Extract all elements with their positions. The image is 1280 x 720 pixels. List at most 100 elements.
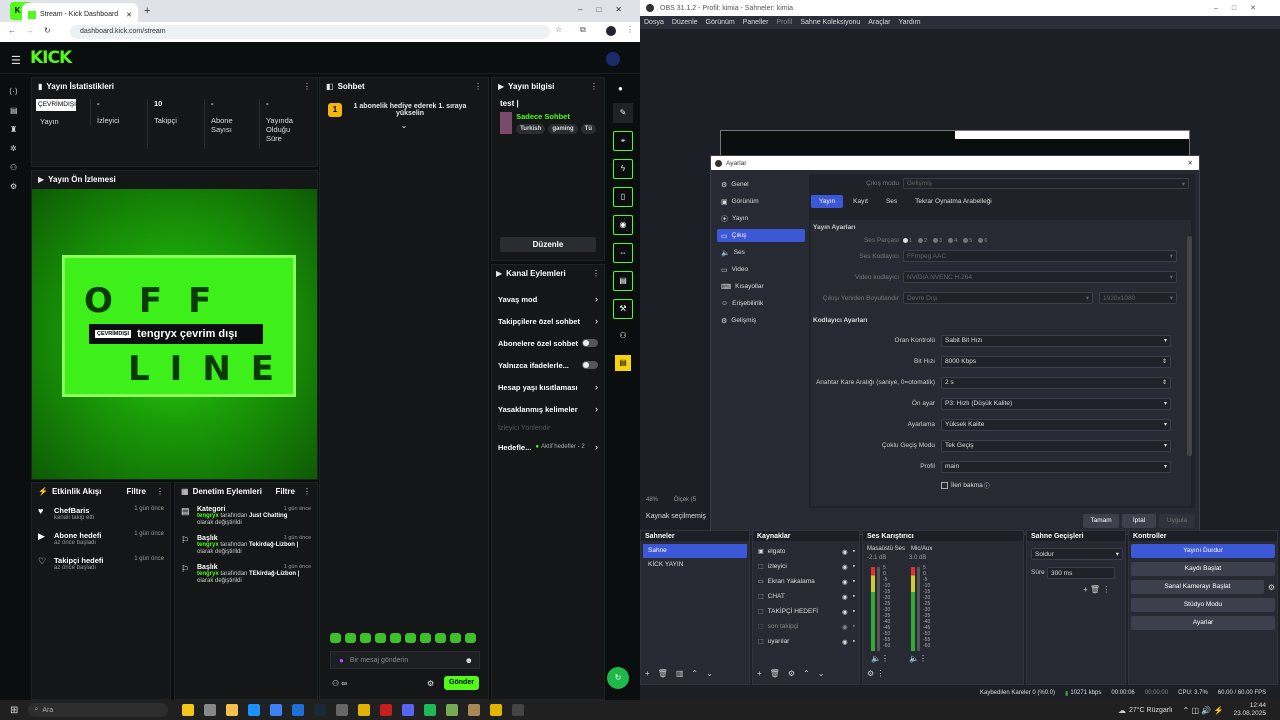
emote-icon[interactable]	[360, 633, 371, 643]
encoder-field[interactable]: 8000 Kbps ⇕	[941, 355, 1171, 368]
tray-icons[interactable]: ⌃ ◫ 🔊 ⚡	[1183, 706, 1224, 715]
reload-icon[interactable]: ↻	[44, 26, 51, 35]
weather-icon[interactable]: ☁	[1118, 706, 1126, 715]
settings-nav-3[interactable]: ⦿ Yayın	[717, 212, 805, 225]
document-icon[interactable]: ▯	[613, 187, 633, 207]
stream-info-menu-icon[interactable]: ⋮	[590, 82, 598, 91]
game-icon[interactable]	[446, 704, 459, 716]
emote-bar[interactable]	[330, 633, 476, 643]
emote-icon[interactable]	[420, 633, 431, 643]
chrome-icon[interactable]	[358, 704, 371, 716]
offline-preview[interactable]: OFF LINE ÇEVRİMDIŞI tengryx çevrim dışı	[32, 189, 317, 479]
mod-filter-button[interactable]: Filtre	[275, 487, 295, 496]
settings-close-icon[interactable]: ✕	[1188, 159, 1193, 167]
eye-icon[interactable]: ◉	[842, 563, 848, 571]
source-item[interactable]: ⬚ uyarılar ◉ ▪	[753, 634, 859, 649]
emote-icon[interactable]	[390, 633, 401, 643]
settings-icon[interactable]: ⚙	[10, 182, 28, 191]
settings-nav-2[interactable]: ▣ Görünüm	[717, 195, 805, 208]
discord-icon[interactable]	[402, 704, 415, 716]
stats-menu-icon[interactable]: ⋮	[303, 82, 311, 91]
controls-button[interactable]: Yayını Durdur	[1131, 544, 1275, 558]
edit-icon[interactable]: ✎	[613, 103, 633, 123]
eye-icon[interactable]: ◉	[842, 548, 848, 556]
obs-menu-item[interactable]: Profil	[776, 19, 792, 26]
game2-icon[interactable]	[468, 704, 481, 716]
chat-bubble-icon[interactable]: ◉	[613, 215, 633, 235]
weather[interactable]: 27°C Rüzgarlı	[1129, 707, 1173, 714]
audio-track-radio[interactable]	[948, 238, 954, 243]
user-avatar[interactable]	[606, 52, 620, 66]
emote-icon[interactable]	[450, 633, 461, 643]
scenes-toolbar[interactable]: + 🗑 ▥ ⌃ ⌄	[645, 669, 713, 678]
layers-icon[interactable]: ▤	[613, 271, 633, 291]
source-item[interactable]: ⬚ son takipçi ◉ ▪	[753, 619, 859, 634]
edge-icon[interactable]	[248, 704, 261, 716]
up-icon[interactable]: ⌃	[691, 669, 698, 678]
audio-track-radio[interactable]	[903, 238, 908, 243]
outlook-icon[interactable]	[292, 704, 305, 716]
studio-mode-button[interactable]: Stüdyo Modu	[1131, 598, 1275, 612]
stream-tag[interactable]: Turkish	[516, 124, 546, 134]
chat-settings-icon[interactable]: ⚙	[427, 679, 434, 688]
lock-icon[interactable]: ▪	[853, 623, 855, 630]
filter-icon[interactable]: ▥	[676, 669, 684, 678]
help-icon[interactable]: ⓘ	[984, 481, 990, 490]
new-tab-button[interactable]: +	[144, 5, 150, 17]
encoder-field[interactable]: Sabit Bit Hızı ▾	[941, 334, 1171, 347]
emote-icon[interactable]	[435, 633, 446, 643]
obs-menu-item[interactable]: Sahne Koleksiyonu	[800, 19, 860, 26]
trash-icon[interactable]: 🗑	[658, 669, 668, 678]
transition-select[interactable]: Soldur ▾	[1031, 548, 1123, 560]
profile-avatar[interactable]	[606, 26, 616, 36]
channel-action-item[interactable]: Abonelere özel sohbet	[498, 332, 598, 354]
channel-action-item[interactable]: Hesap yaşı kısıtlaması ›	[498, 376, 598, 398]
down-icon[interactable]: ⌄	[818, 669, 825, 678]
emote-icon[interactable]	[345, 633, 356, 643]
window-controls[interactable]: –□✕	[578, 5, 636, 14]
expand-icon[interactable]: ⇔	[613, 243, 633, 263]
epic-icon[interactable]	[336, 704, 349, 716]
channel-action-item[interactable]: Yavaş mod ›	[498, 288, 598, 310]
url-field[interactable]: dashboard.kick.com/stream	[70, 25, 550, 39]
obs-menu-item[interactable]: Düzenle	[672, 19, 698, 26]
add-icon[interactable]: +	[645, 669, 650, 678]
ok-button[interactable]: Tamam	[1083, 514, 1119, 528]
lock-icon[interactable]: ▪	[853, 563, 855, 570]
steam-icon[interactable]	[314, 704, 327, 716]
obs-menu-item[interactable]: Araçlar	[868, 19, 890, 26]
windows-start-icon[interactable]: ⊞	[10, 705, 18, 716]
chat-menu-icon[interactable]: ⋮	[474, 82, 482, 91]
audio-track[interactable]: 4	[948, 238, 957, 244]
extensions-icon[interactable]: ⧉	[580, 25, 586, 35]
up-icon[interactable]: ⌃	[803, 669, 810, 678]
controls-button[interactable]: Sanal Kamerayı Başlat ⚙	[1131, 580, 1275, 594]
emote-icon[interactable]	[375, 633, 386, 643]
focus-icon[interactable]: ⌖	[613, 131, 633, 151]
start-virtual-camera-button[interactable]: Sanal Kamerayı Başlat	[1131, 580, 1264, 594]
source-item[interactable]: ▣ elgato ◉ ▪	[753, 544, 859, 559]
clock-time[interactable]: 12:44	[1233, 702, 1266, 710]
video-encoder-select[interactable]: NVIDIA NVENC H.264 ▾	[903, 271, 1177, 283]
ch1-mute-icon[interactable]: 🔈⋮	[871, 654, 889, 663]
lock-icon[interactable]: ▪	[853, 548, 855, 555]
kick-logo[interactable]: KICK	[30, 48, 72, 68]
stream-tag[interactable]: gaming	[548, 124, 578, 134]
file-explorer-icon[interactable]	[226, 704, 239, 716]
toggle-switch[interactable]	[582, 361, 598, 369]
edit-button[interactable]: Düzenle	[500, 237, 596, 252]
rescale-select[interactable]: Devre Dışı ▾	[903, 292, 1093, 304]
eye-icon[interactable]: ◉	[842, 578, 848, 586]
audio-track[interactable]: 1	[903, 238, 912, 244]
chevron-down-icon[interactable]: ⌄	[320, 121, 488, 130]
browser-menu-icon[interactable]: ⋮	[626, 25, 634, 34]
channel-actions-menu-icon[interactable]: ⋮	[592, 269, 600, 278]
stream-icon[interactable]: ⟨·⟩	[9, 87, 28, 96]
obs-menu-item[interactable]: Paneller	[743, 19, 769, 26]
dashboard-icon[interactable]: ▤	[10, 106, 28, 115]
controls-button[interactable]: Ayarlar	[1131, 616, 1275, 630]
lightning-icon[interactable]: ϟ	[613, 159, 633, 179]
back-icon[interactable]: ←	[8, 26, 16, 35]
lookahead-checkbox[interactable]	[941, 482, 948, 489]
obs-menu-item[interactable]: Yardım	[898, 19, 920, 26]
